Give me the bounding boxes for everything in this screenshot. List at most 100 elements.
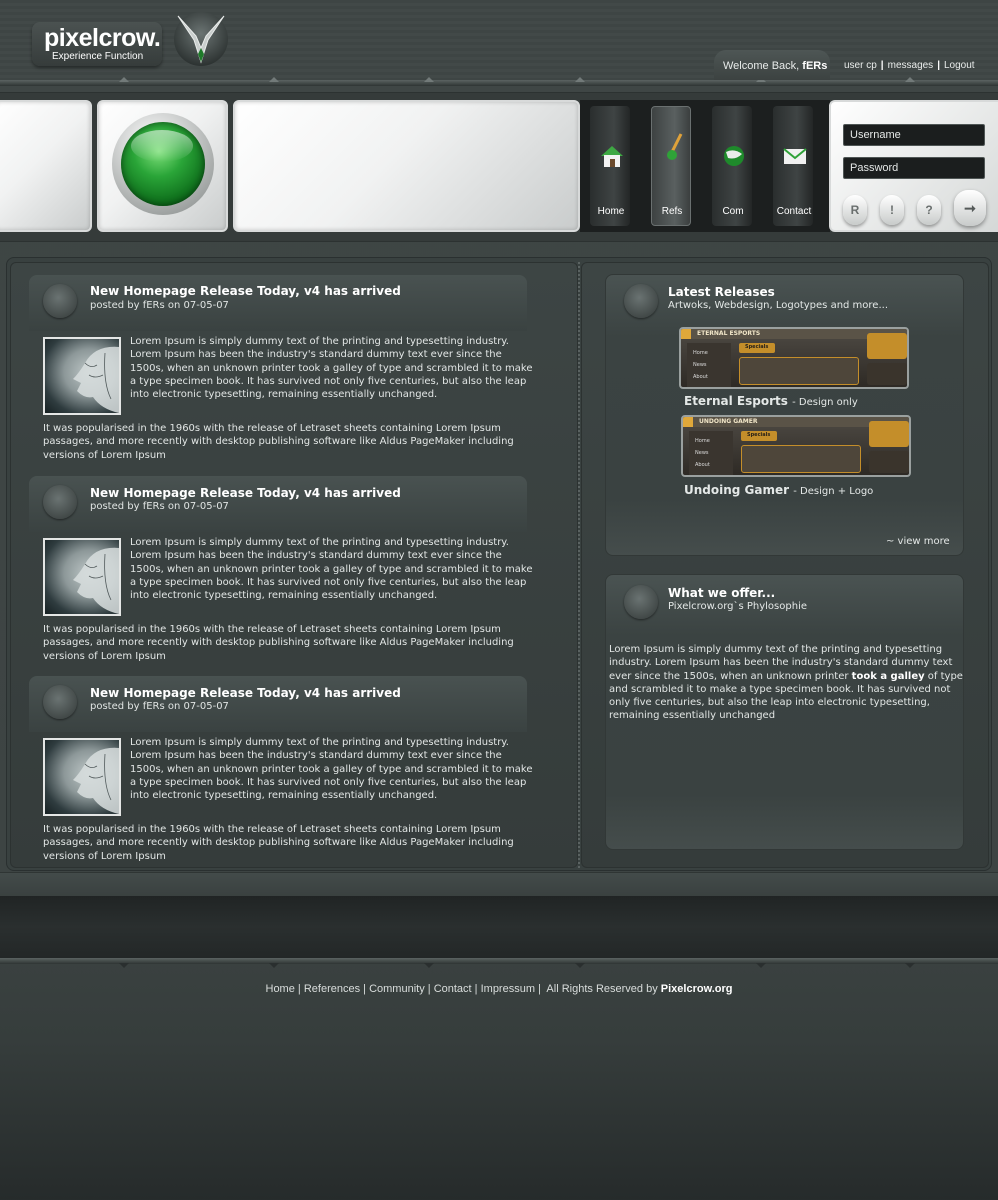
footer-link-impressum[interactable]: Impressum (481, 983, 535, 995)
post-footer: It was popularised in the 1960s with the… (43, 624, 514, 662)
divider-notch (756, 963, 766, 968)
user-cp-link[interactable]: user cp (844, 60, 877, 71)
divider-notch (269, 77, 279, 82)
help-button[interactable]: ? (917, 195, 941, 225)
nav-item-refs[interactable]: Refs (643, 100, 701, 232)
post-footer: It was popularised in the 1960s with the… (43, 423, 514, 461)
shot-nav-item: About (695, 462, 710, 468)
nav-item-contact[interactable]: Contact (765, 100, 823, 232)
bullet-icon (624, 585, 658, 619)
post-thumbnail[interactable] (43, 538, 121, 616)
divider-notch (269, 963, 279, 968)
post-meta: posted by fERs on 07-05-07 (90, 701, 229, 712)
shot-caption: ETERNAL ESPORTS (697, 330, 761, 337)
divider-notch (905, 963, 915, 968)
footer-divider (0, 958, 998, 964)
nav-label: Refs (661, 206, 683, 217)
divider-notch (575, 77, 585, 82)
logout-link[interactable]: Logout (944, 60, 975, 71)
nav-label: Home (597, 206, 625, 217)
nav-label: Com (722, 206, 744, 217)
post-thumbnail[interactable] (43, 337, 121, 415)
post-body: Lorem Ipsum is simply dummy text of the … (130, 336, 533, 401)
releases-title: Latest Releases (668, 285, 775, 299)
post-body: Lorem Ipsum is simply dummy text of the … (130, 737, 533, 802)
post-footer: It was popularised in the 1960s with the… (43, 824, 514, 862)
register-button[interactable]: R (843, 195, 867, 225)
shot-nav-item: Home (695, 438, 710, 444)
password-field[interactable] (843, 157, 985, 179)
post-title[interactable]: New Homepage Release Today, v4 has arriv… (90, 284, 401, 298)
globe-icon (724, 146, 744, 166)
footer-link-contact[interactable]: Contact (434, 983, 472, 995)
house-icon (601, 146, 623, 167)
shot-nav-item: News (693, 362, 707, 368)
welcome-tab: Welcome Back, fERs (714, 50, 830, 80)
footer-link-home[interactable]: Home (266, 983, 295, 995)
banner-panel-wide (233, 100, 580, 232)
nav-item-home[interactable]: Home (582, 100, 640, 232)
footer-dark-strip (0, 896, 998, 958)
offer-subtitle: Pixelcrow.org`s Phylosophie (668, 601, 807, 612)
offer-title: What we offer... (668, 586, 776, 600)
post-title[interactable]: New Homepage Release Today, v4 has arriv… (90, 686, 401, 700)
footer-links: Home | References | Community | Contact … (265, 983, 733, 995)
welcome-label: Welcome Back, (723, 60, 800, 72)
release-screenshot[interactable]: ETERNAL ESPORTS Home News About Specials (679, 327, 909, 389)
logo[interactable]: pixelcrow. (44, 24, 161, 53)
offer-text: Lorem Ipsum is simply dummy text of the … (609, 643, 971, 723)
footer-site[interactable]: Pixelcrow.org (661, 983, 733, 995)
post-body: Lorem Ipsum is simply dummy text of the … (130, 537, 533, 602)
divider-notch (119, 963, 129, 968)
footer-band (0, 872, 998, 896)
tagline: Experience Function (52, 51, 144, 62)
shot-nav-item: News (695, 450, 709, 456)
release-item[interactable]: Eternal Esports - Design only (684, 394, 858, 408)
footer-rights: All Rights Reserved by (546, 983, 658, 995)
post-meta: posted by fERs on 07-05-07 (90, 300, 229, 311)
lost-password-button[interactable]: ! (880, 195, 904, 225)
release-item[interactable]: Undoing Gamer - Design + Logo (684, 483, 873, 497)
divider-notch (424, 963, 434, 968)
shot-nav-item: About (693, 374, 708, 380)
username-field[interactable] (843, 124, 985, 146)
orb-shine (131, 130, 193, 162)
view-more-link[interactable]: ~ view more (886, 536, 950, 547)
pencil-icon (667, 133, 683, 160)
messages-link[interactable]: messages (888, 60, 934, 71)
shot-tab: Specials (747, 432, 771, 438)
v-emblem-icon (174, 12, 228, 66)
post-meta: posted by fERs on 07-05-07 (90, 501, 229, 512)
column-divider (578, 262, 580, 868)
post-thumbnail[interactable] (43, 738, 121, 816)
bullet-icon (43, 685, 77, 719)
main-nav: Home Refs Com Contact (580, 100, 830, 232)
post-title[interactable]: New Homepage Release Today, v4 has arriv… (90, 486, 401, 500)
header-divider (0, 80, 998, 86)
release-screenshot[interactable]: UNDOING GAMER Home News About Specials (681, 415, 911, 477)
bullet-icon (43, 284, 77, 318)
bullet-icon (624, 284, 658, 318)
shot-tab: Specials (745, 344, 769, 350)
shot-nav-item: Home (693, 350, 708, 356)
release-name[interactable]: Undoing Gamer (684, 483, 789, 497)
offer-text-bold: took a galley (851, 670, 925, 682)
shot-caption: UNDOING GAMER (699, 418, 758, 425)
releases-subtitle: Artwoks, Webdesign, Logotypes and more..… (668, 300, 888, 311)
divider-notch (905, 77, 915, 82)
divider-notch (119, 77, 129, 82)
nav-item-com[interactable]: Com (704, 100, 762, 232)
divider-notch (575, 963, 585, 968)
user-links: user cp | messages | Logout (844, 60, 975, 71)
login-submit-button[interactable]: ➞ (954, 190, 986, 226)
footer-link-community[interactable]: Community (369, 983, 425, 995)
release-name[interactable]: Eternal Esports (684, 394, 788, 408)
envelope-icon (783, 148, 807, 164)
bullet-icon (43, 485, 77, 519)
footer-link-references[interactable]: References (304, 983, 360, 995)
nav-label: Contact (776, 206, 812, 217)
release-type: - Design + Logo (793, 486, 874, 497)
release-type: - Design only (792, 397, 858, 408)
username: fERs (802, 60, 828, 72)
banner-panel-left (0, 100, 92, 232)
